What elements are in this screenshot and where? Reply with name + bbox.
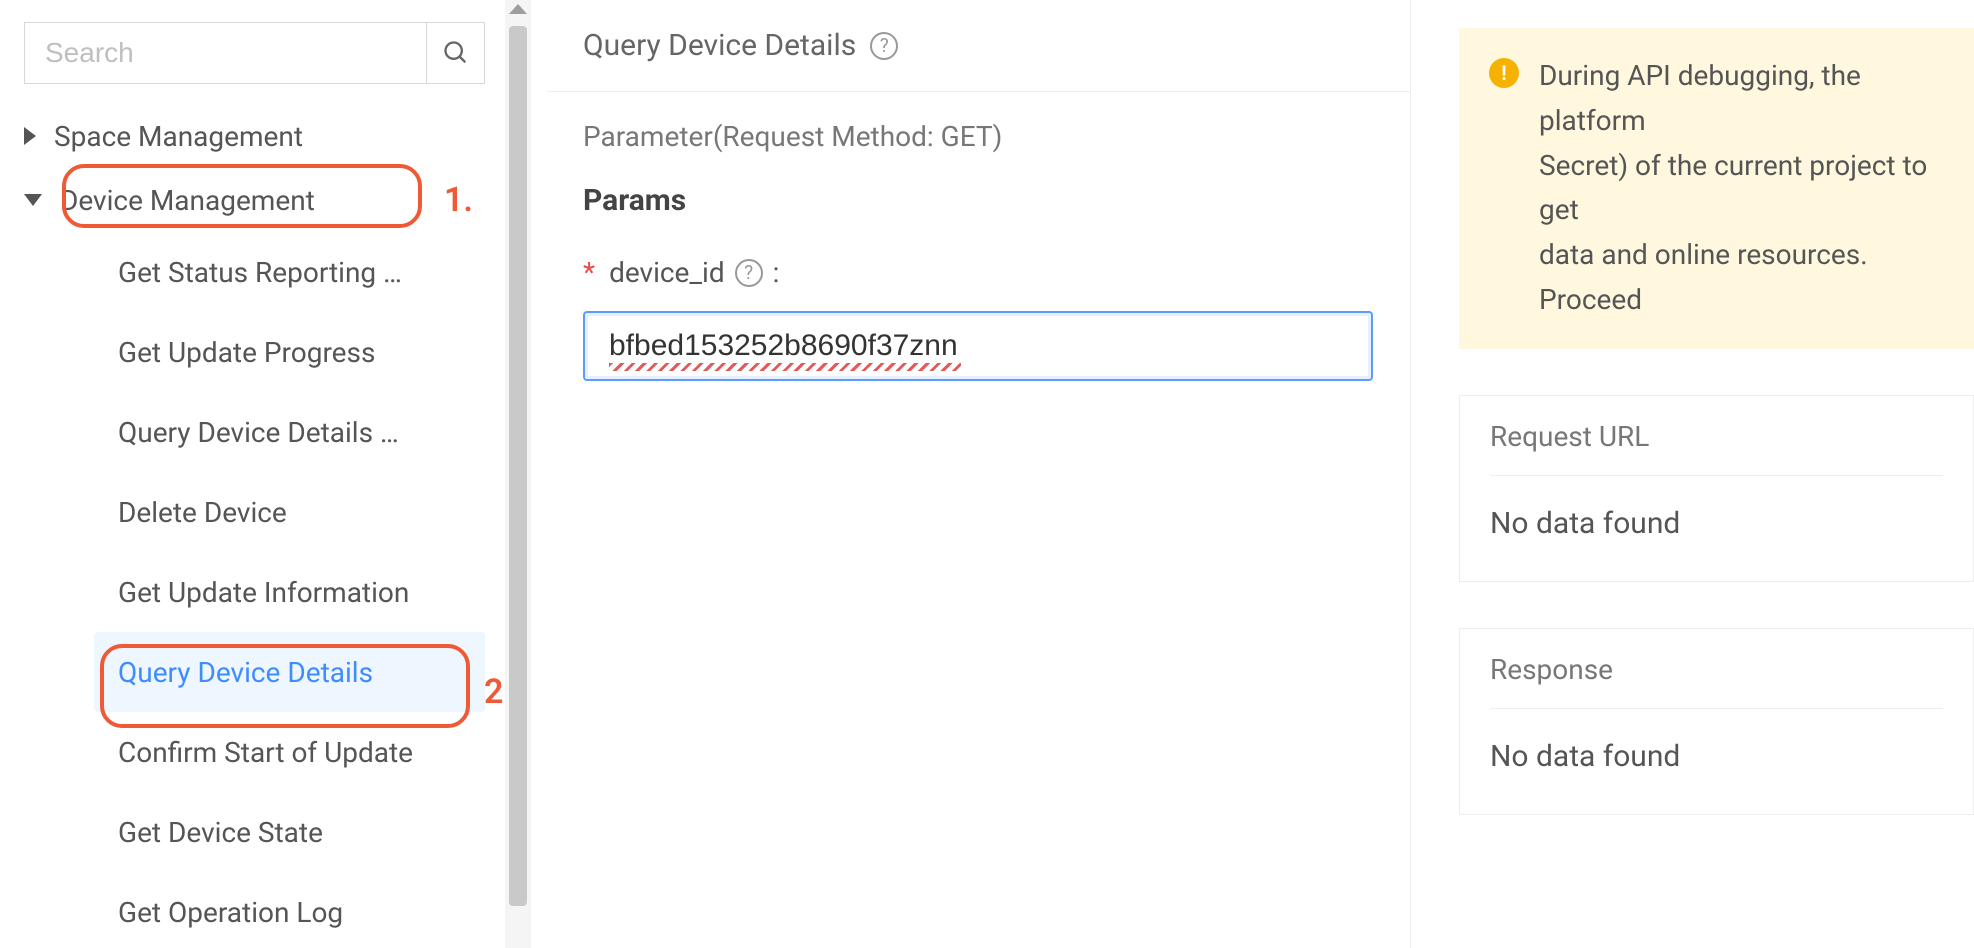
- field-colon: :: [773, 256, 780, 289]
- tree-item-get-operation-log[interactable]: Get Operation Log: [94, 872, 485, 948]
- tree-label: Device Management: [60, 184, 485, 217]
- tree-item-label: Confirm Start of Update: [118, 736, 413, 769]
- field-name: device_id: [609, 256, 725, 289]
- request-url-section: Request URL No data found: [1459, 395, 1974, 582]
- scroll-thumb[interactable]: [509, 26, 527, 906]
- warning-line: data and online resources. Proceed: [1539, 233, 1948, 323]
- scroll-up-icon: [509, 4, 527, 14]
- tree-item-label: Get Device State: [118, 816, 323, 849]
- section-title: Request URL: [1490, 420, 1943, 476]
- tree-item-get-status-reporting[interactable]: Get Status Reporting …: [94, 232, 485, 312]
- help-icon[interactable]: ?: [735, 259, 763, 287]
- tree-item-query-device-details-ellipsis[interactable]: Query Device Details …: [94, 392, 485, 472]
- tree-item-get-update-information[interactable]: Get Update Information: [94, 552, 485, 632]
- params-title: Params: [583, 183, 1374, 218]
- warning-icon: !: [1489, 58, 1519, 88]
- panel-body: Parameter(Request Method: GET) Params * …: [547, 92, 1410, 399]
- warning-line: During API debugging, the platform: [1539, 54, 1948, 144]
- tree-item-label: Get Status Reporting …: [118, 256, 402, 289]
- tree-item-label: Get Operation Log: [118, 896, 343, 929]
- tree-item-label: Delete Device: [118, 496, 287, 529]
- search-wrap: [24, 22, 485, 84]
- tree-children-device-management: Get Status Reporting … Get Update Progre…: [24, 232, 485, 948]
- tree-item-get-device-state[interactable]: Get Device State: [94, 792, 485, 872]
- warning-line: Secret) of the current project to get: [1539, 144, 1948, 234]
- chevron-right-icon: [24, 127, 36, 145]
- parameter-heading: Parameter(Request Method: GET): [583, 120, 1374, 153]
- tree-item-delete-device[interactable]: Delete Device: [94, 472, 485, 552]
- required-star: *: [583, 256, 595, 289]
- tree-item-label: Get Update Progress: [118, 336, 375, 369]
- warning-banner: ! During API debugging, the platform Sec…: [1459, 28, 1974, 349]
- help-icon[interactable]: ?: [870, 32, 898, 60]
- tree-label: Space Management: [54, 120, 485, 153]
- warning-text: During API debugging, the platform Secre…: [1539, 54, 1948, 323]
- tree-item-query-device-details[interactable]: Query Device Details: [94, 632, 485, 712]
- nav-tree: Space Management Device Management Get S…: [24, 104, 485, 948]
- tree-item-label: Query Device Details: [118, 656, 373, 689]
- right-panel: ! During API debugging, the platform Sec…: [1411, 0, 1974, 948]
- tree-item-label: Get Update Information: [118, 576, 409, 609]
- search-button[interactable]: [426, 22, 485, 84]
- search-icon: [442, 39, 470, 67]
- section-body: No data found: [1490, 739, 1943, 774]
- sidebar-scrollbar[interactable]: [505, 0, 531, 948]
- page-title: Query Device Details: [583, 28, 856, 63]
- tree-node-space-management[interactable]: Space Management: [24, 104, 485, 168]
- sidebar: Space Management Device Management Get S…: [0, 0, 505, 948]
- chevron-down-icon: [24, 194, 42, 206]
- section-title: Response: [1490, 653, 1943, 709]
- spellcheck-underline: [609, 363, 961, 371]
- app-root: Space Management Device Management Get S…: [0, 0, 1974, 948]
- tree-item-confirm-start-of-update[interactable]: Confirm Start of Update: [94, 712, 485, 792]
- section-body: No data found: [1490, 506, 1943, 541]
- params-panel: Query Device Details ? Parameter(Request…: [531, 0, 1411, 948]
- field-label-device-id: * device_id ? :: [583, 256, 1374, 289]
- response-section: Response No data found: [1459, 628, 1974, 815]
- panel-header: Query Device Details ?: [547, 0, 1410, 92]
- tree-item-get-update-progress[interactable]: Get Update Progress: [94, 312, 485, 392]
- tree-node-device-management[interactable]: Device Management: [24, 168, 485, 232]
- tree-item-label: Query Device Details …: [118, 416, 399, 449]
- main: Query Device Details ? Parameter(Request…: [531, 0, 1974, 948]
- search-input[interactable]: [24, 22, 426, 84]
